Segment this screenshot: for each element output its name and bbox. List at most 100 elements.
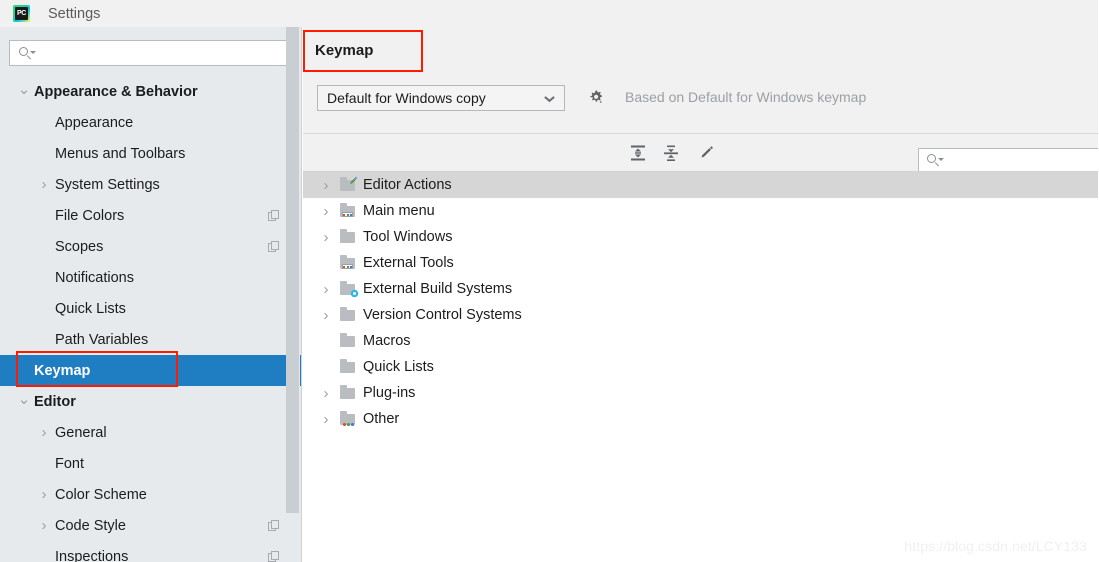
- keymap-panel: Keymap Default for Windows copy Based on…: [303, 27, 1099, 562]
- keymap-tree-label: External Build Systems: [363, 281, 513, 297]
- keymap-tree-row[interactable]: › Other: [303, 406, 1099, 432]
- keymap-tree-label: Main menu: [363, 203, 435, 219]
- chevron-down-icon: [545, 95, 554, 104]
- sidebar-item-scopes[interactable]: Scopes: [0, 231, 301, 262]
- sidebar-item-quick-lists[interactable]: Quick Lists: [0, 293, 301, 324]
- keymap-tree-row[interactable]: Macros: [303, 328, 1099, 354]
- keymap-tree-label: Macros: [363, 333, 411, 349]
- sidebar-item-system-settings[interactable]: › System Settings: [0, 169, 301, 200]
- sidebar-item-path-variables[interactable]: Path Variables: [0, 324, 301, 355]
- sidebar-item-color-scheme[interactable]: › Color Scheme: [0, 479, 301, 510]
- keymap-search-box[interactable]: [918, 148, 1099, 173]
- gear-icon[interactable]: [586, 87, 606, 107]
- keymap-tree-row[interactable]: › Editor Actions: [303, 172, 1099, 198]
- settings-window: PC Settings ⌄ Appearance & Behavior Appear…: [0, 0, 1099, 562]
- sidebar-item-menus-and-toolbars[interactable]: Menus and Toolbars: [0, 138, 301, 169]
- chevron-right-icon[interactable]: ›: [319, 204, 333, 219]
- chevron-down-icon[interactable]: ⌄: [16, 392, 32, 407]
- sidebar-item-code-style[interactable]: › Code Style: [0, 510, 301, 541]
- chevron-right-icon[interactable]: ›: [36, 425, 52, 440]
- sidebar-item-inspections[interactable]: Inspections: [0, 541, 301, 562]
- pycharm-logo-icon: PC: [13, 5, 30, 22]
- keymap-toolbar: [303, 134, 1099, 173]
- page-title: Keymap: [315, 42, 374, 59]
- keymap-tree-label: Quick Lists: [363, 359, 434, 375]
- sidebar-scrollbar-track[interactable]: [286, 27, 300, 513]
- folder-icon: [340, 307, 357, 322]
- sidebar-item-label: Keymap: [34, 362, 91, 379]
- copy-settings-icon: [268, 240, 280, 253]
- sidebar-item-label: Color Scheme: [55, 486, 147, 503]
- collapse-all-icon[interactable]: [660, 142, 682, 164]
- keymap-search[interactable]: [918, 148, 1099, 173]
- sidebar-tree: ⌄ Appearance & Behavior Appearance Menus an…: [0, 76, 301, 562]
- chevron-right-icon[interactable]: ›: [319, 282, 333, 297]
- folder-icon: [340, 333, 357, 348]
- chevron-right-icon[interactable]: ›: [319, 230, 333, 245]
- keymap-tree-label: Tool Windows: [363, 229, 453, 245]
- chevron-right-icon[interactable]: ›: [319, 308, 333, 323]
- sidebar-item-label: Menus and Toolbars: [55, 145, 186, 162]
- chevron-right-icon[interactable]: ›: [36, 487, 52, 502]
- chevron-right-icon[interactable]: ›: [36, 177, 52, 192]
- keymap-select[interactable]: Default for Windows copy: [317, 85, 565, 111]
- chevron-right-icon[interactable]: ›: [319, 412, 333, 427]
- folder-icon: [340, 359, 357, 374]
- sidebar-item-label: Scopes: [55, 238, 104, 255]
- keymap-tree-label: Plug-ins: [363, 385, 416, 401]
- sidebar-search[interactable]: [9, 40, 294, 66]
- folder-icon: [340, 229, 357, 244]
- chevron-right-icon[interactable]: ›: [319, 178, 333, 193]
- edit-shortcut-icon[interactable]: [695, 142, 717, 164]
- sidebar-item-label: Quick Lists: [55, 300, 126, 317]
- keymap-tree-row[interactable]: › Tool Windows: [303, 224, 1099, 250]
- folder-menu-icon: [340, 203, 357, 218]
- chevron-down-icon[interactable]: ⌄: [16, 82, 32, 97]
- sidebar-item-label: General: [55, 424, 107, 441]
- title-bar: PC Settings: [0, 0, 1099, 27]
- sidebar-item-label: Code Style: [55, 517, 126, 534]
- sidebar-item-file-colors[interactable]: File Colors: [0, 200, 301, 231]
- chevron-right-icon[interactable]: ›: [319, 386, 333, 401]
- sidebar-item-label: Font: [55, 455, 85, 472]
- sidebar-item-label: Appearance & Behavior: [34, 83, 198, 100]
- keymap-tree-row[interactable]: › Plug-ins: [303, 380, 1099, 406]
- expand-all-icon[interactable]: [627, 142, 649, 164]
- sidebar-item-label: Editor: [34, 393, 76, 410]
- sidebar-item-appearance[interactable]: Appearance: [0, 107, 301, 138]
- sidebar-item-font[interactable]: Font: [0, 448, 301, 479]
- sidebar-item-label: Inspections: [55, 548, 129, 562]
- sidebar-search-box[interactable]: [9, 40, 294, 66]
- window-title: Settings: [48, 5, 101, 22]
- keymap-tree-label: Version Control Systems: [363, 307, 522, 323]
- chevron-right-icon[interactable]: ›: [36, 518, 52, 533]
- keymap-tree-row[interactable]: › Version Control Systems: [303, 302, 1099, 328]
- sidebar-item-label: System Settings: [55, 176, 160, 193]
- keymap-tree-label: Other: [363, 411, 400, 427]
- keymap-tree-row[interactable]: Quick Lists: [303, 354, 1099, 380]
- keymap-tree-row[interactable]: › External Build Systems: [303, 276, 1099, 302]
- sidebar-item-label: Appearance: [55, 114, 134, 131]
- folder-menu-icon: [340, 255, 357, 270]
- copy-settings-icon: [268, 209, 280, 222]
- watermark: https://blog.csdn.net/LCY133: [904, 538, 1087, 554]
- app-icon-text: PC: [15, 7, 28, 20]
- sidebar-item-label: Path Variables: [55, 331, 149, 348]
- sidebar-item-editor[interactable]: ⌄ Editor: [0, 386, 301, 417]
- keymap-tree-row[interactable]: › Main menu: [303, 198, 1099, 224]
- search-icon: [927, 154, 944, 167]
- sidebar-scrollbar-thumb[interactable]: [286, 27, 299, 513]
- sidebar-item-general[interactable]: › General: [0, 417, 301, 448]
- keymap-tree-label: External Tools: [363, 255, 454, 271]
- keymap-tree-row[interactable]: External Tools: [303, 250, 1099, 276]
- sidebar-item-keymap[interactable]: Keymap: [0, 355, 301, 386]
- folder-pencil-icon: [340, 176, 358, 192]
- sidebar-item-notifications[interactable]: Notifications: [0, 262, 301, 293]
- folder-icon: [340, 385, 357, 400]
- settings-sidebar: ⌄ Appearance & Behavior Appearance Menus an…: [0, 27, 302, 562]
- sidebar-item-label: File Colors: [55, 207, 125, 224]
- folder-dots-icon: [340, 411, 357, 426]
- sidebar-item-appearance-behavior[interactable]: ⌄ Appearance & Behavior: [0, 76, 301, 107]
- based-on-label: Based on Default for Windows keymap: [625, 89, 867, 105]
- folder-cog-icon: [340, 281, 359, 298]
